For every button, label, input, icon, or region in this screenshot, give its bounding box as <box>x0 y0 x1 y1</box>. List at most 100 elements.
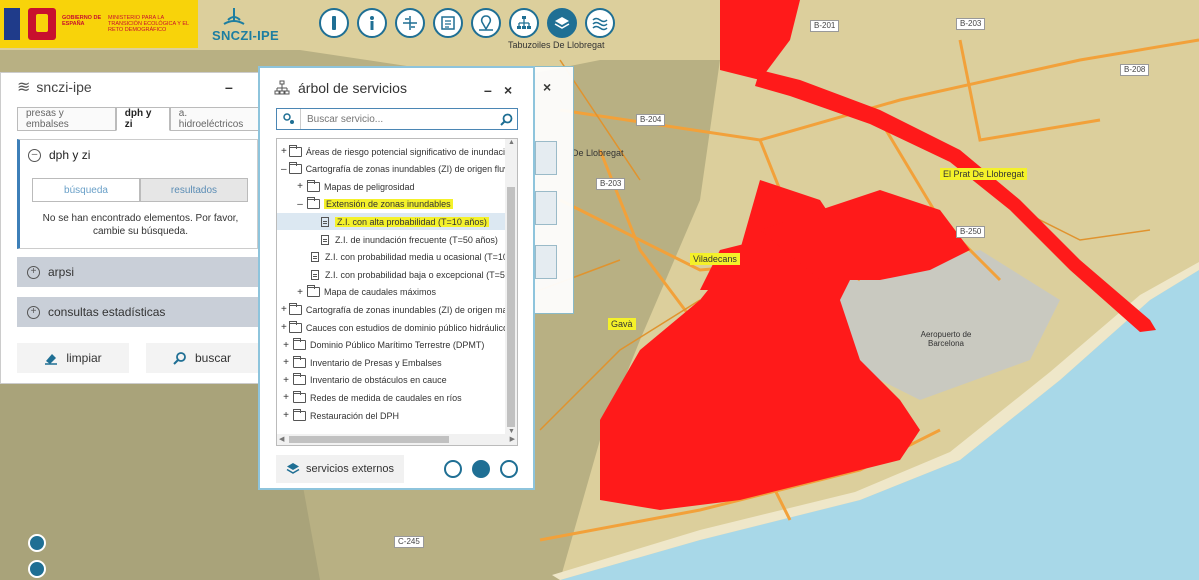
tree-item-label: Inventario de obstáculos en cauce <box>310 375 447 386</box>
expand-toggle[interactable]: + <box>295 287 305 298</box>
location-button[interactable] <box>471 8 501 38</box>
collapse-toggle[interactable]: – <box>295 199 305 210</box>
expand-toggle[interactable]: + <box>295 181 305 192</box>
search-button[interactable]: buscar <box>146 343 258 373</box>
section-header[interactable]: – dph y zi <box>20 140 257 170</box>
road-sign: B-203 <box>596 178 626 190</box>
expand-toggle[interactable]: + <box>281 322 287 333</box>
location-icon <box>479 15 493 31</box>
tree-footer: servicios externos <box>276 454 518 484</box>
map-label-airport: Aeropuerto de Barcelona <box>920 330 972 348</box>
filter-icon[interactable] <box>277 109 301 129</box>
stats-section[interactable]: + consultas estadísticas <box>17 297 258 327</box>
wms-icon[interactable] <box>444 460 462 478</box>
waves-button[interactable] <box>585 8 615 38</box>
map-label-viladecans: Viladecans <box>690 253 740 265</box>
hscroll-thumb[interactable] <box>289 436 449 443</box>
expand-toggle[interactable]: + <box>281 357 291 368</box>
scroll-thumb[interactable] <box>507 187 515 427</box>
tree-item[interactable]: Z.I. con probabilidad media u ocasional … <box>277 249 505 266</box>
eu-flag-icon <box>4 8 20 40</box>
external-services-button[interactable]: servicios externos <box>276 455 405 483</box>
expand-toggle[interactable]: + <box>281 392 291 403</box>
tree-panel-header: árbol de servicios <box>274 80 407 96</box>
document-icon <box>321 234 329 245</box>
result-item[interactable] <box>535 141 557 175</box>
tree-close-button[interactable]: × <box>504 82 512 98</box>
tab-presas-embalses[interactable]: presas y embalses <box>17 107 116 131</box>
tree-item[interactable]: Z.I. con alta probabilidad (T=10 años) <box>277 213 505 231</box>
info-button[interactable] <box>357 8 387 38</box>
tree-item[interactable]: + Mapa de caudales máximos <box>277 284 505 301</box>
layers-icon <box>286 463 300 474</box>
result-item[interactable] <box>535 191 557 225</box>
panel-title: snczi-ipe <box>36 79 92 95</box>
expand-toggle[interactable]: + <box>281 340 291 351</box>
government-logo[interactable]: GOBIERNO DE ESPAÑA MINISTERIO PARA LA TR… <box>0 0 198 48</box>
expand-toggle[interactable]: + <box>281 146 287 157</box>
tree-item[interactable]: – Extensión de zonas inundables <box>277 196 505 213</box>
horizontal-scrollbar[interactable]: ◀ ▶ <box>277 434 517 445</box>
measure-button[interactable] <box>395 8 425 38</box>
tree-item[interactable]: + Cauces con estudios de dominio público … <box>277 319 505 336</box>
collapse-icon: – <box>28 148 41 162</box>
minimize-button[interactable]: – <box>225 79 233 95</box>
clear-button[interactable]: limpiar <box>17 343 129 373</box>
legend-icon <box>441 16 455 30</box>
expand-toggle[interactable]: + <box>281 410 291 421</box>
layers-button[interactable] <box>547 8 577 38</box>
tree-item[interactable]: + Restauración del DPH <box>277 407 505 424</box>
expand-toggle[interactable]: + <box>281 304 287 315</box>
expand-toggle[interactable]: + <box>281 375 291 386</box>
result-item[interactable] <box>535 245 557 279</box>
tab-dph-zi[interactable]: dph y zi <box>115 107 170 131</box>
services-tree-panel: árbol de servicios – × + Áreas de riesgo … <box>258 66 535 490</box>
tree-item[interactable]: + Cartografía de zonas inundables (ZI) de… <box>277 301 505 318</box>
eraser-icon <box>45 354 58 365</box>
info-circle-button[interactable] <box>319 8 349 38</box>
scroll-left-icon[interactable]: ◀ <box>279 435 284 443</box>
collapse-toggle[interactable]: – <box>281 164 287 175</box>
service-search-input[interactable] <box>301 113 495 125</box>
email-button[interactable] <box>28 560 46 578</box>
tab-hidroelectricos[interactable]: a. hidroeléctricos <box>169 107 261 131</box>
tree-item[interactable]: Z.I. de inundación frecuente (T=50 años) <box>277 231 505 248</box>
folder-icon <box>288 144 302 157</box>
tree-item[interactable]: + Dominio Público Marítimo Terrestre (DPM… <box>277 337 505 354</box>
tree-item[interactable]: + Inventario de Presas y Embalses <box>277 354 505 371</box>
info-circle-icon <box>332 16 336 30</box>
scroll-up-icon[interactable]: ▲ <box>508 139 515 146</box>
tree-item[interactable]: + Redes de medida de caudales en ríos <box>277 389 505 406</box>
globe-icon[interactable] <box>472 460 490 478</box>
panel-tabs: presas y embalses dph y zi a. hidroeléct… <box>17 107 261 131</box>
measure-icon <box>403 16 417 30</box>
scroll-right-icon[interactable]: ▶ <box>510 435 515 443</box>
tree-item-label: Cartografía de zonas inundables (ZI) de … <box>305 304 505 315</box>
tree-item[interactable]: + Mapas de peligrosidad <box>277 178 505 195</box>
tree-services-icon <box>517 16 531 29</box>
search-icon <box>173 352 186 365</box>
tab-busqueda[interactable]: búsqueda <box>32 178 140 202</box>
search-icon[interactable] <box>495 113 517 126</box>
tree-item[interactable]: – Cartografía de zonas inundables (ZI) de… <box>277 161 505 178</box>
tree-item[interactable]: Z.I. con probabilidad baja o excepcional… <box>277 266 505 283</box>
tree-item-label: Z.I. con probabilidad baja o excepcional… <box>325 269 505 280</box>
vertical-scrollbar[interactable]: ▲ ▼ <box>505 139 517 435</box>
tree-item[interactable]: + Áreas de riesgo potencial significativo… <box>277 143 505 160</box>
tab-resultados[interactable]: resultados <box>140 178 248 202</box>
legend-button[interactable] <box>433 8 463 38</box>
tree-item-label: Z.I. de inundación frecuente (T=50 años) <box>335 234 498 245</box>
tree-services-button[interactable] <box>509 8 539 38</box>
results-close-button[interactable]: × <box>543 79 551 95</box>
document-icon <box>311 269 319 280</box>
crest-icon <box>28 8 56 40</box>
anchor-icon[interactable] <box>500 460 518 478</box>
arpsi-section[interactable]: + arpsi <box>17 257 258 287</box>
tree-item[interactable]: + Inventario de obstáculos en cauce <box>277 372 505 389</box>
tree-item-label: Mapas de peligrosidad <box>324 181 415 192</box>
app-title: SNCZI-IPE <box>212 28 279 43</box>
tree-minimize-button[interactable]: – <box>484 82 492 98</box>
tree-services-icon <box>274 80 290 95</box>
tree-panel-title: árbol de servicios <box>298 80 407 96</box>
share-button[interactable] <box>28 534 46 552</box>
